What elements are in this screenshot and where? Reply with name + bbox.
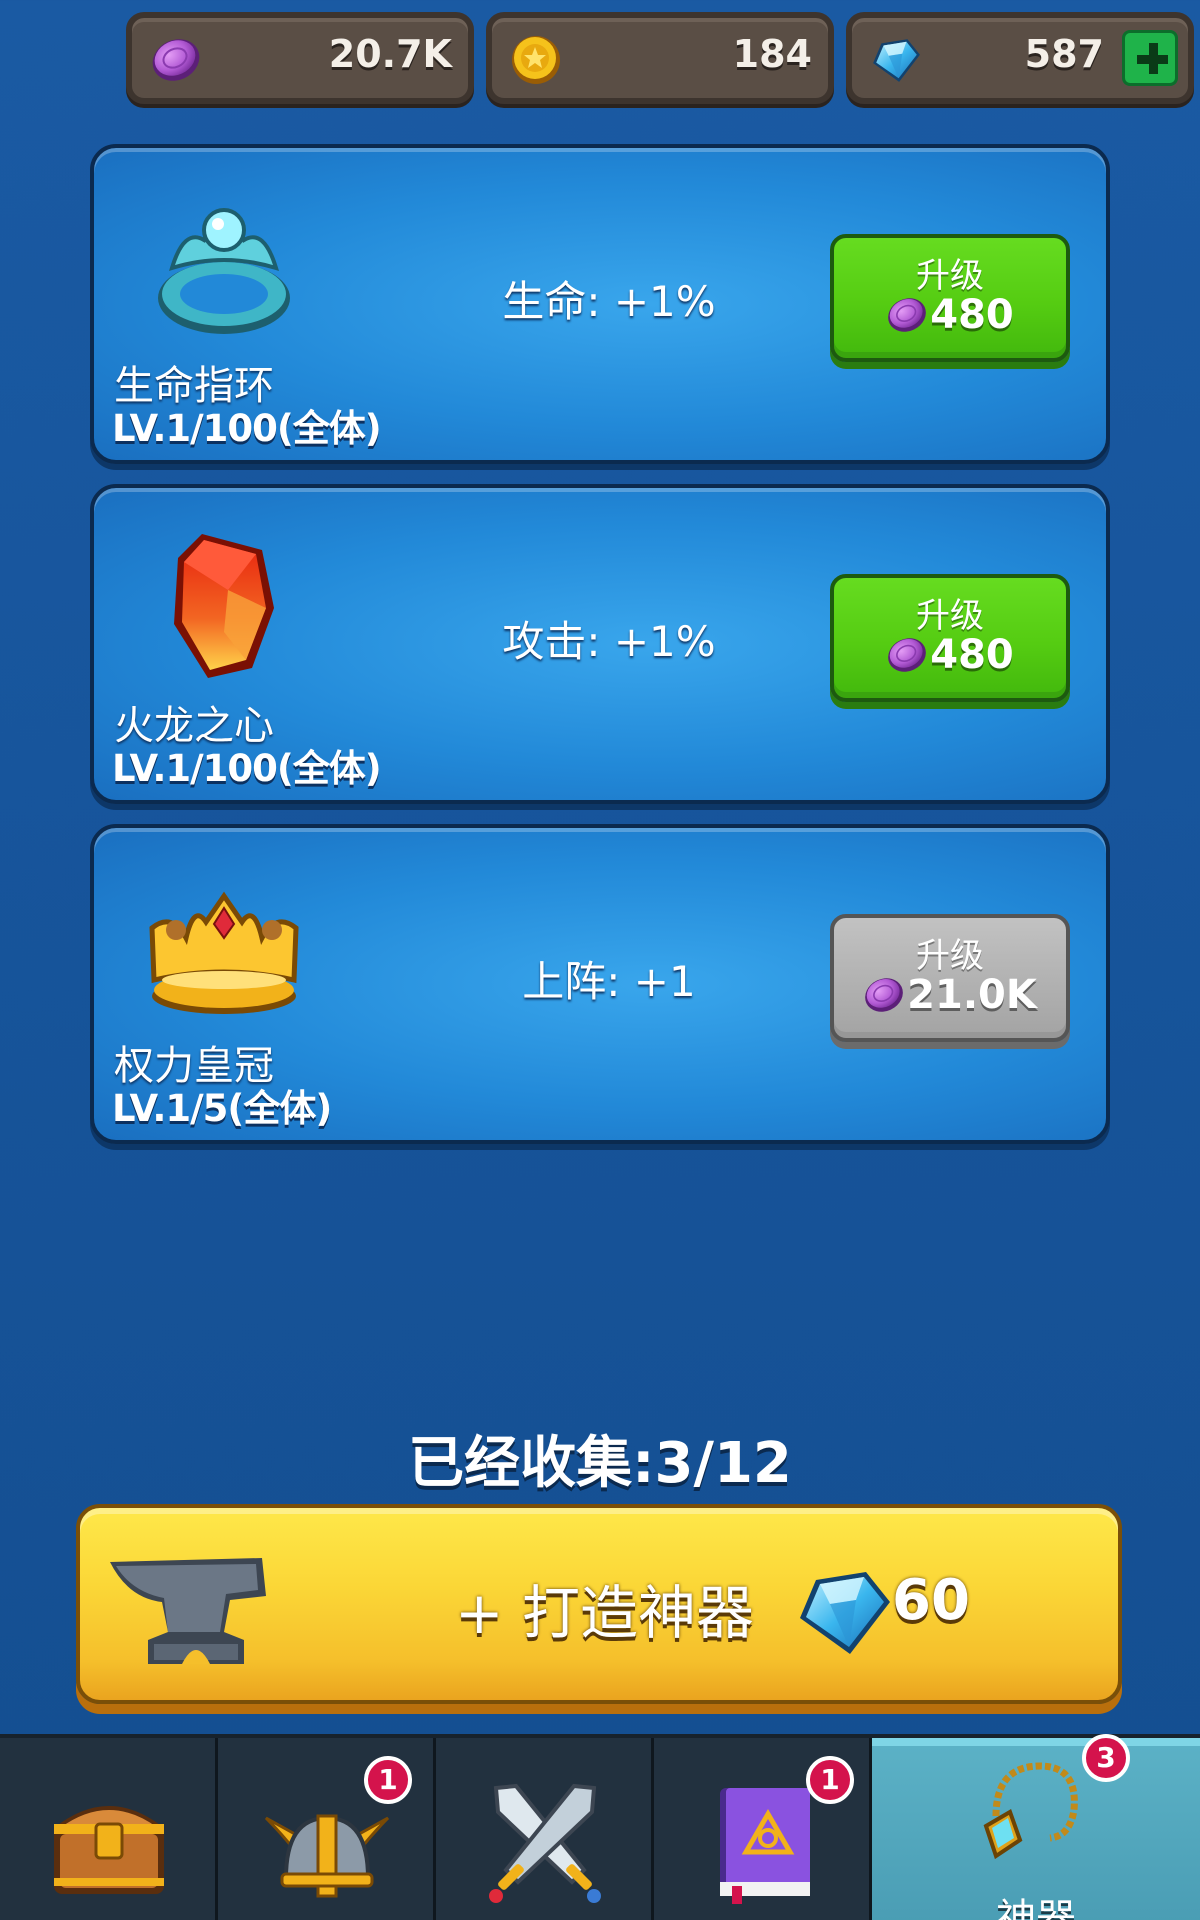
currency-bar: 20.7K 184 587 xyxy=(126,12,1194,106)
spell-book-icon xyxy=(720,1788,810,1904)
upgrade-button[interactable]: 升级 480 xyxy=(830,234,1070,362)
upgrade-price: 480 xyxy=(834,292,1066,338)
artifact-level: LV.1/5(全体) xyxy=(112,1087,332,1130)
price-value: 480 xyxy=(930,632,1014,678)
treasure-chest-icon xyxy=(54,1806,164,1894)
purple-orb-icon xyxy=(886,634,928,676)
tab-heroes[interactable]: 1 xyxy=(218,1738,436,1920)
notification-badge: 1 xyxy=(364,1756,412,1804)
upgrade-label: 升级 xyxy=(916,596,984,636)
coin-currency: 184 xyxy=(486,12,834,104)
artifact-stat: 生命: +1% xyxy=(502,277,716,326)
crown-icon xyxy=(149,891,299,1014)
bottom-nav: 1 1 3 神器 xyxy=(0,1734,1200,1920)
upgrade-price: 21.0K xyxy=(834,972,1066,1018)
life-ring-icon xyxy=(158,208,290,334)
gold-coin-icon xyxy=(512,36,560,84)
gem-currency: 587 xyxy=(846,12,1194,104)
artifact-level: LV.1/100(全体) xyxy=(112,747,382,790)
upgrade-button[interactable]: 升级 21.0K xyxy=(830,914,1070,1042)
tab-spellbook[interactable]: 1 xyxy=(654,1738,872,1920)
upgrade-label: 升级 xyxy=(916,256,984,296)
collected-count: 已经收集:3/12 xyxy=(408,1431,792,1496)
orb-currency: 20.7K xyxy=(126,12,474,104)
upgrade-price: 480 xyxy=(834,632,1066,678)
artifact-level: LV.1/100(全体) xyxy=(112,407,382,450)
price-value: 21.0K xyxy=(907,972,1037,1018)
artifact-stat: 攻击: +1% xyxy=(502,617,716,666)
price-value: 480 xyxy=(930,292,1014,338)
purple-orb-icon xyxy=(886,294,928,336)
artifact-card: 权力皇冠 LV.1/5(全体) 上阵: +1 升级 21.0K xyxy=(90,824,1110,1144)
purple-orb-icon xyxy=(863,974,905,1016)
artifact-card: 火龙之心 LV.1/100(全体) 攻击: +1% 升级 480 xyxy=(90,484,1110,804)
artifact-stat: 上阵: +1 xyxy=(522,957,696,1006)
notification-badge: 1 xyxy=(806,1756,854,1804)
dragon-heart-icon xyxy=(174,534,274,678)
notification-badge: 3 xyxy=(1082,1734,1130,1782)
upgrade-button[interactable]: 升级 480 xyxy=(830,574,1070,702)
amulet-icon xyxy=(983,1762,1078,1860)
artifact-card: 生命指环 LV.1/100(全体) 生命: +1% 升级 480 xyxy=(90,144,1110,464)
forge-cost: 60 xyxy=(892,1568,970,1633)
upgrade-label: 升级 xyxy=(916,936,984,976)
crossed-swords-icon xyxy=(489,1783,601,1903)
anvil-icon xyxy=(110,1558,266,1664)
tab-battle[interactable] xyxy=(436,1738,654,1920)
forge-label: + 打造神器 xyxy=(455,1579,755,1647)
coin-amount: 184 xyxy=(732,32,812,76)
purple-orb-icon xyxy=(150,34,202,86)
orb-amount: 20.7K xyxy=(328,32,452,76)
tab-artifacts[interactable]: 3 神器 xyxy=(872,1734,1200,1920)
tab-treasure[interactable] xyxy=(0,1738,218,1920)
gem-amount: 587 xyxy=(1024,32,1104,76)
tab-label: 神器 xyxy=(996,1896,1076,1920)
blue-gem-icon xyxy=(794,1562,894,1662)
forge-artifact-button[interactable]: + 打造神器 60 xyxy=(76,1504,1122,1704)
add-gems-button[interactable] xyxy=(1122,30,1178,86)
blue-gem-icon xyxy=(870,34,922,86)
